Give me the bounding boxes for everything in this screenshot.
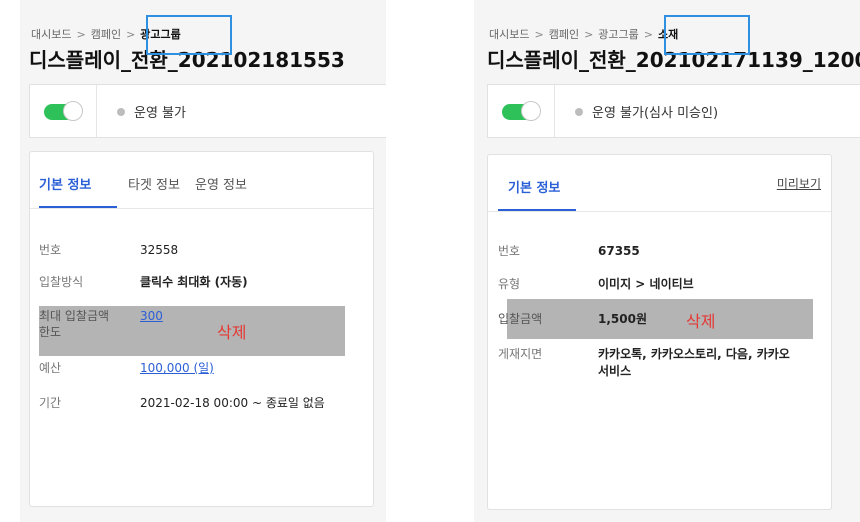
- row-label-line: 한도: [39, 325, 62, 339]
- info-card: 기본 정보 타겟 정보 운영 정보 번호 32558 입찰방식 클릭수 최대화 …: [29, 151, 374, 507]
- toggle-knob: [63, 101, 83, 121]
- tab-target-info[interactable]: 타겟 정보: [128, 174, 180, 193]
- active-tab-indicator: [39, 206, 117, 208]
- status-dot-icon: [575, 108, 583, 116]
- breadcrumb-adgroup[interactable]: 광고그룹: [598, 28, 638, 41]
- budget-link[interactable]: 100,000 (일): [140, 360, 214, 377]
- tab-operation-info[interactable]: 운영 정보: [195, 174, 247, 193]
- active-tab-indicator: [498, 209, 576, 211]
- breadcrumb-campaign[interactable]: 캠페인: [549, 28, 579, 41]
- status-bar: 운영 불가: [29, 84, 386, 138]
- preview-link[interactable]: 미리보기: [777, 175, 821, 192]
- row-value-line: 서비스: [598, 364, 632, 378]
- row-label-line: 최대 입찰금액: [39, 309, 110, 323]
- row-label: 유형: [498, 277, 521, 291]
- breadcrumb-separator: >: [76, 28, 86, 41]
- row-label: 입찰방식: [39, 275, 84, 289]
- toggle-switch-icon[interactable]: [502, 101, 541, 121]
- callout-box: [664, 15, 750, 55]
- delete-annotation: 삭제: [686, 312, 716, 331]
- breadcrumb-campaign[interactable]: 캠페인: [91, 28, 121, 41]
- callout-box: [146, 15, 232, 55]
- creative-detail-panel: 대시보드 > 캠페인 > 광고그룹 > 소재 디스플레이_전환_202102171139_1…: [474, 0, 860, 522]
- row-value: 1,500원: [598, 312, 647, 326]
- toggle-knob: [521, 101, 541, 121]
- row-label: 번호: [498, 244, 521, 258]
- row-value: 이미지 > 네이티브: [598, 277, 694, 291]
- row-label: 예산: [39, 361, 62, 375]
- toggle-switch-icon[interactable]: [44, 101, 83, 121]
- status-text: 운영 불가: [134, 106, 186, 121]
- row-value: 67355: [598, 244, 640, 258]
- tab-bar: 기본 정보 타겟 정보 운영 정보: [30, 152, 373, 209]
- status-dot-icon: [117, 108, 125, 116]
- row-label: 최대 입찰금액한도: [39, 308, 109, 340]
- row-label: 게재지면: [498, 347, 543, 361]
- breadcrumb-dashboard[interactable]: 대시보드: [31, 28, 71, 41]
- delete-annotation: 삭제: [217, 323, 247, 342]
- bid-limit-link[interactable]: 300: [140, 308, 163, 325]
- row-value: 카카오톡, 카카오스토리, 다음, 카카오서비스: [598, 346, 790, 380]
- breadcrumb-separator: >: [126, 28, 136, 41]
- breadcrumb-separator: >: [534, 28, 544, 41]
- row-label: 기간: [39, 396, 62, 410]
- divider: [554, 85, 555, 137]
- row-label: 입찰금액: [498, 312, 543, 326]
- row-value: 클릭수 최대화 (자동): [140, 275, 248, 289]
- info-card: 기본 정보 미리보기 번호 67355 유형 이미지 > 네이티브 입찰금액 1…: [487, 154, 832, 510]
- tab-bar: 기본 정보 미리보기: [488, 155, 831, 212]
- tab-basic-info[interactable]: 기본 정보: [39, 174, 91, 193]
- breadcrumb-dashboard[interactable]: 대시보드: [489, 28, 529, 41]
- adgroup-detail-panel: 대시보드 > 캠페인 > 광고그룹 디스플레이_전환_202102181553 운영 불…: [0, 0, 386, 522]
- row-value: 2021-02-18 00:00 ~ 종료일 없음: [140, 396, 325, 410]
- breadcrumb: 대시보드 > 캠페인 > 광고그룹 > 소재: [489, 26, 678, 42]
- divider: [96, 85, 97, 137]
- breadcrumb-separator: >: [584, 28, 594, 41]
- tab-basic-info[interactable]: 기본 정보: [508, 177, 560, 196]
- breadcrumb-separator: >: [643, 28, 653, 41]
- status-text: 운영 불가(심사 미승인): [592, 106, 719, 121]
- row-label: 번호: [39, 243, 62, 257]
- row-value: 32558: [140, 243, 179, 257]
- row-highlight: [507, 299, 813, 339]
- status-bar: 운영 불가(심사 미승인): [487, 84, 860, 138]
- row-value-line: 카카오톡, 카카오스토리, 다음, 카카오: [598, 347, 790, 361]
